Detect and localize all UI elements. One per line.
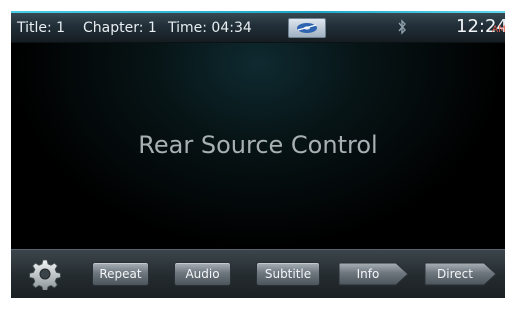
control-toolbar: Repeat Audio Subtitle Info Direct — [11, 249, 505, 298]
status-bar: Title: 1 Chapter: 1 Time: 04:34 12:24 AM — [11, 11, 505, 43]
bluetooth-icon — [398, 19, 406, 35]
audio-button[interactable]: Audio — [174, 262, 231, 286]
rear-source-screen: Title: 1 Chapter: 1 Time: 04:34 12:24 AM… — [11, 11, 505, 298]
rear-source-label: Rear Source Control — [138, 131, 378, 159]
direct-button-label: Direct — [437, 267, 473, 281]
info-button-label: Info — [356, 267, 380, 281]
subtitle-button[interactable]: Subtitle — [256, 262, 320, 286]
info-button[interactable]: Info — [338, 262, 410, 286]
title-number: Title: 1 — [17, 20, 66, 36]
clock-ampm: AM — [492, 25, 505, 35]
direct-button[interactable]: Direct — [424, 262, 498, 286]
repeat-button[interactable]: Repeat — [92, 262, 149, 286]
status-accent-line — [11, 11, 505, 13]
disc-source-icon[interactable] — [288, 18, 326, 38]
gear-icon[interactable] — [29, 258, 61, 290]
playback-time: Time: 04:34 — [168, 20, 252, 36]
chapter-number: Chapter: 1 — [83, 20, 157, 36]
main-display: Rear Source Control — [11, 43, 505, 249]
